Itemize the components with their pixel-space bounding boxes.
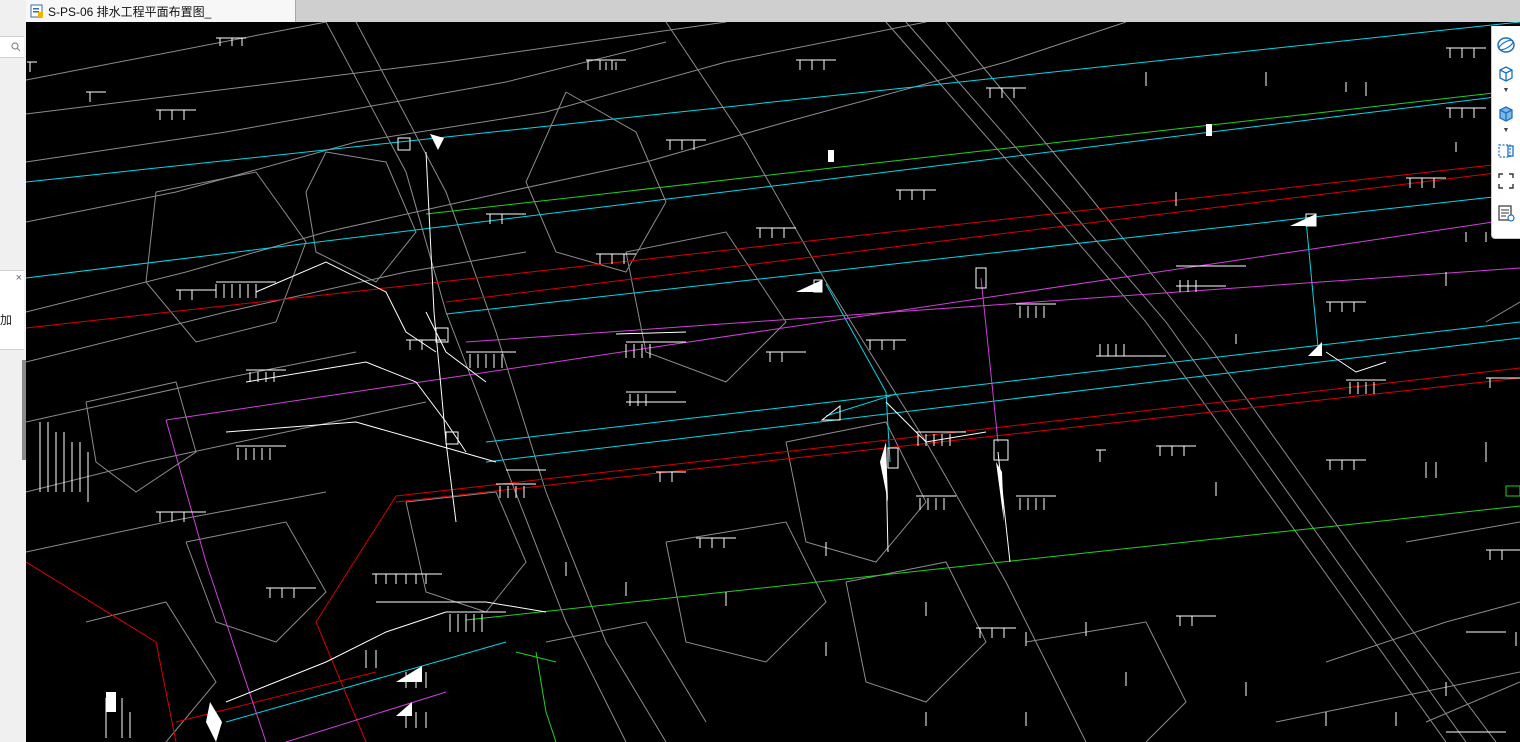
document-tab-title: S-PS-06 排水工程平面布置图_ bbox=[48, 4, 212, 19]
navigation-toolbar: ▼ ▼ bbox=[1491, 26, 1520, 239]
visual-style-icon[interactable] bbox=[1495, 102, 1517, 124]
left-subpanel: × 加 bbox=[0, 270, 24, 350]
orbit-icon[interactable] bbox=[1495, 34, 1517, 56]
document-tab-bar: S-PS-06 排水工程平面布置图_ bbox=[26, 0, 1520, 23]
pan-window-icon[interactable] bbox=[1495, 140, 1517, 162]
magenta-pipes bbox=[165, 217, 1520, 742]
document-tab[interactable]: S-PS-06 排水工程平面布置图_ bbox=[26, 0, 296, 22]
zoom-extents-icon[interactable] bbox=[1495, 170, 1517, 192]
close-icon[interactable]: × bbox=[16, 272, 22, 284]
layer-properties-icon[interactable] bbox=[1495, 202, 1517, 224]
add-label[interactable]: 加 bbox=[0, 311, 12, 328]
white-linework bbox=[225, 151, 1387, 703]
drawing-annotations bbox=[27, 37, 1520, 738]
manhole-symbols bbox=[106, 124, 1520, 742]
dwg-file-icon bbox=[30, 4, 44, 18]
drawing-canvas[interactable] bbox=[26, 22, 1520, 742]
green-pipes bbox=[425, 89, 1520, 742]
chevron-down-icon[interactable]: ▼ bbox=[1502, 127, 1510, 134]
cad-application: × 加 S-PS-06 排水工程平面布置图_ ▼ ▼ bbox=[0, 0, 1520, 742]
search-icon[interactable] bbox=[11, 42, 24, 55]
left-side-panel: × 加 bbox=[0, 0, 27, 742]
chevron-down-icon[interactable]: ▼ bbox=[1502, 87, 1510, 94]
drawing-svg bbox=[26, 22, 1520, 742]
left-search-box[interactable] bbox=[0, 36, 24, 58]
view-cube-icon[interactable] bbox=[1495, 62, 1517, 84]
